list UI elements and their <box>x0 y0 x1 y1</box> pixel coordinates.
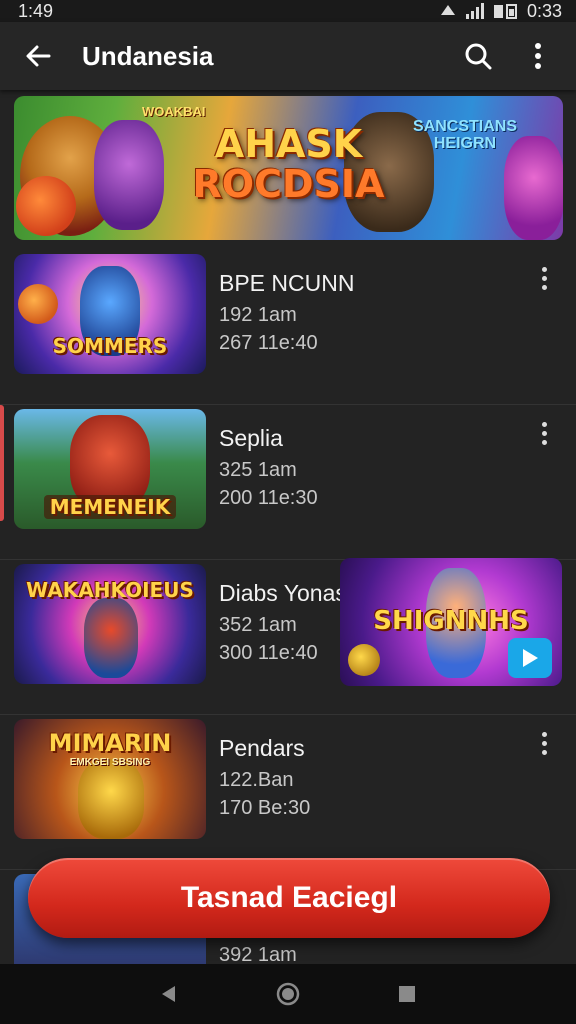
status-bar: 1:49 0:33 <box>0 0 576 22</box>
item-meta-primary: 122.Ban <box>219 769 294 791</box>
signal-icon <box>465 3 484 19</box>
thumb-character <box>78 759 144 839</box>
thumbnail: MIMARIN EMKGEI SBSING <box>14 719 206 839</box>
play-icon <box>523 649 538 667</box>
item-meta-secondary: 300 11e:40 <box>219 642 318 664</box>
overflow-menu-button[interactable] <box>516 34 560 78</box>
item-meta-primary: 192 1am <box>219 304 297 326</box>
nav-home-icon <box>276 982 300 1006</box>
search-icon <box>465 43 492 70</box>
status-icons: 0:33 <box>439 1 562 22</box>
list-item[interactable]: SOMMERS BPE NCUNN 192 1am 267 11e:40 <box>0 250 576 405</box>
list-item[interactable]: MEMENEIK Seplia 325 1am 200 11e:30 <box>0 405 576 560</box>
item-meta-secondary: 170 Be:30 <box>219 797 311 819</box>
more-vert-icon <box>541 731 547 755</box>
nav-home-button[interactable] <box>268 974 308 1014</box>
banner-title-line2: ROCDSIA <box>192 162 385 206</box>
thumb-label: SOMMERS <box>52 334 168 358</box>
item-title: Seplia <box>219 425 283 451</box>
system-nav-bar <box>0 964 576 1024</box>
featured-banner[interactable]: WOAKBAI SANCSTIANS HEIGRN AHASK ROCDSIA <box>14 96 563 240</box>
promo-coin <box>348 644 380 676</box>
thumb-sublabel: EMKGEI SBSING <box>69 757 151 768</box>
play-button[interactable] <box>508 638 552 678</box>
page-title: Undanesia <box>82 40 214 71</box>
item-more-button[interactable] <box>530 729 558 757</box>
nav-back-icon <box>162 986 176 1002</box>
more-vert-icon <box>541 266 547 290</box>
more-vert-icon <box>535 43 541 69</box>
battery-icon <box>493 4 517 19</box>
banner-title-line1: AHASK <box>214 122 363 166</box>
promo-card[interactable]: SHIGNNHS <box>340 558 562 686</box>
item-more-button[interactable] <box>530 264 558 292</box>
more-vert-icon <box>541 421 547 445</box>
status-time: 1:49 <box>18 0 54 21</box>
item-title: BPE NCUNN <box>219 270 355 296</box>
nav-back-button[interactable] <box>149 974 189 1014</box>
app-bar: Undanesia <box>0 22 576 90</box>
thumb-orb <box>18 284 58 324</box>
banner-badge-left: WOAKBAI <box>142 104 206 119</box>
thumb-label: MIMARIN <box>48 729 172 757</box>
thumbnail: MEMENEIK <box>14 409 206 529</box>
back-button[interactable] <box>16 34 60 78</box>
status-right-time: 0:33 <box>526 0 562 21</box>
item-title: Diabs Yonas <box>219 580 347 606</box>
item-title: Pendars <box>219 735 305 761</box>
banner-title: AHASK ROCDSIA <box>14 124 563 204</box>
thumb-label: WAKAHKOIEUS <box>26 578 194 602</box>
list-item[interactable]: MIMARIN EMKGEI SBSING Pendars 122.Ban 17… <box>0 715 576 870</box>
item-more-button[interactable] <box>530 419 558 447</box>
item-meta-primary: 325 1am <box>219 459 297 481</box>
nav-recents-button[interactable] <box>387 974 427 1014</box>
app-screen: 1:49 0:33 Undanesia WOAKBAI SANCSTIANS H… <box>0 0 576 1024</box>
item-meta-secondary: 267 11e:40 <box>219 332 318 354</box>
primary-action-button[interactable]: Tasnad Eaciegl <box>28 858 550 938</box>
nav-recents-icon <box>398 986 415 1002</box>
notification-icon <box>440 5 455 15</box>
search-button[interactable] <box>456 34 500 78</box>
item-meta-primary: 352 1am <box>219 614 297 636</box>
thumb-label: MEMENEIK <box>44 495 176 519</box>
thumbnail: SOMMERS <box>14 254 206 374</box>
item-meta-secondary: 200 11e:30 <box>219 487 318 509</box>
promo-label: SHIGNNHS <box>373 606 529 636</box>
arrow-back-icon <box>26 45 51 67</box>
thumbnail: WAKAHKOIEUS <box>14 564 206 684</box>
thumb-character <box>84 598 138 678</box>
